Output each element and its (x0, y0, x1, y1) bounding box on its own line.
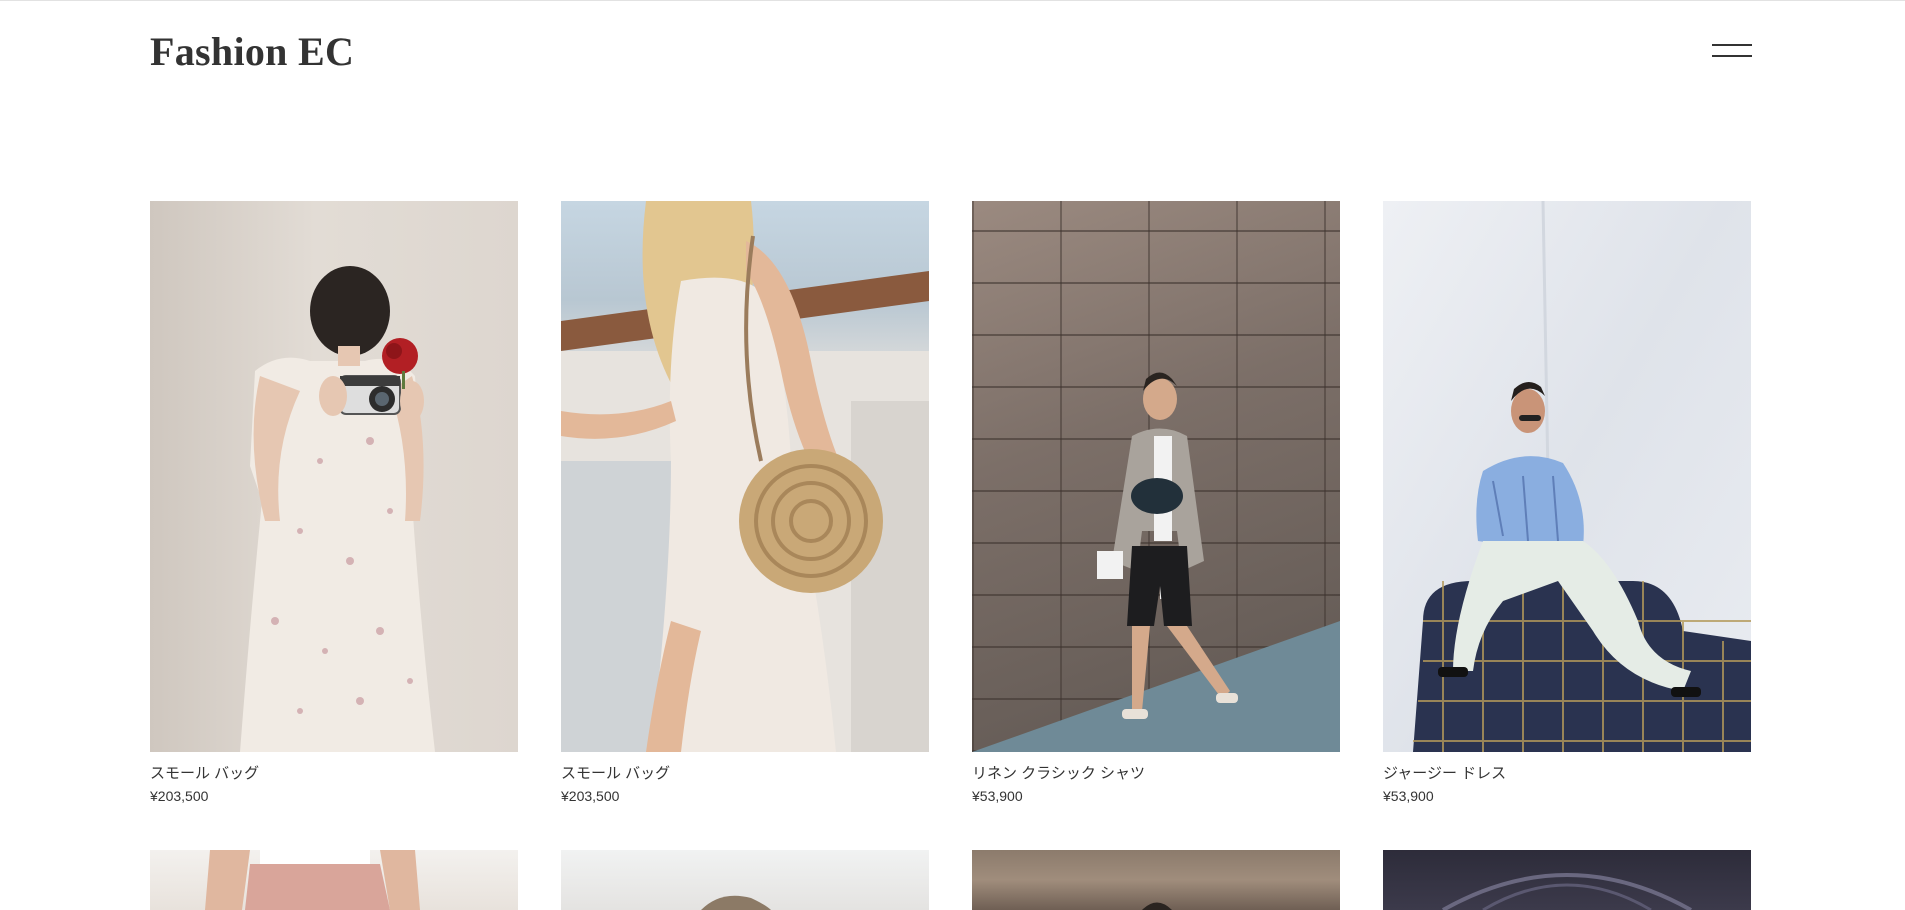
photo-woman-camera (240, 266, 435, 752)
hamburger-menu-icon[interactable] (1712, 40, 1752, 62)
photo-woman-armchair (1413, 201, 1751, 752)
photo-woman-wicker-bag (561, 201, 929, 752)
product-card[interactable]: スモール バッグ ¥203,500 (150, 201, 518, 806)
product-price: ¥53,900 (972, 788, 1023, 804)
product-price: ¥53,900 (1383, 788, 1434, 804)
photo-woman-stone-wall (972, 372, 1340, 752)
product-image[interactable] (150, 850, 518, 910)
photo-partial (701, 895, 771, 910)
menu-line (1712, 44, 1752, 46)
product-price: ¥203,500 (561, 788, 620, 804)
product-name[interactable]: スモール バッグ (561, 764, 929, 784)
product-name[interactable]: リネン クラシック シャツ (972, 764, 1340, 784)
product-image[interactable] (561, 850, 929, 910)
product-price: ¥203,500 (150, 788, 209, 804)
product-card[interactable]: スモール バッグ ¥203,500 (561, 201, 929, 806)
site-logo[interactable]: Fashion EC (150, 28, 354, 75)
photo-partial (205, 850, 420, 910)
product-card[interactable]: ジャージー ドレス ¥53,900 (1383, 201, 1751, 806)
product-image[interactable] (1383, 850, 1751, 910)
product-image[interactable] (972, 850, 1340, 910)
product-image[interactable] (561, 201, 929, 752)
product-name[interactable]: スモール バッグ (150, 764, 518, 784)
product-image[interactable] (972, 201, 1340, 752)
site-header: Fashion EC (150, 0, 1752, 105)
photo-partial (1442, 873, 1692, 910)
product-card[interactable]: リネン クラシック シャツ ¥53,900 (972, 201, 1340, 806)
product-image[interactable] (150, 201, 518, 752)
product-image[interactable] (1383, 201, 1751, 752)
menu-line (1712, 55, 1752, 57)
photo-partial (1142, 902, 1172, 910)
product-name[interactable]: ジャージー ドレス (1383, 764, 1751, 784)
